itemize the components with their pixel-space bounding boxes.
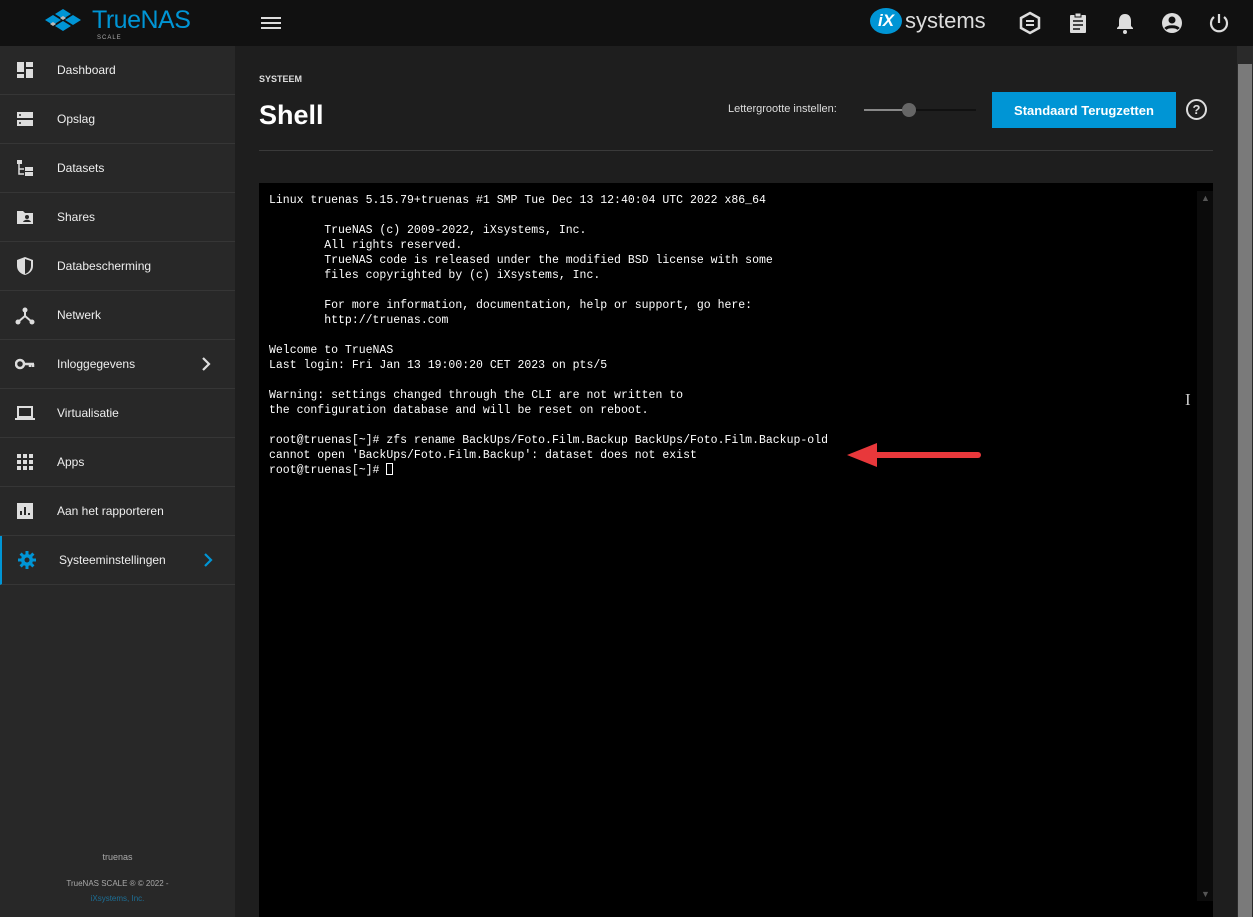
terminal-output: Linux truenas 5.15.79+truenas #1 SMP Tue… [269, 193, 828, 478]
laptop-icon [15, 403, 35, 423]
sidebar-item-label: Netwerk [57, 308, 102, 322]
sidebar-item-aan-het-rapporteren[interactable]: Aan het rapporteren [0, 487, 235, 536]
sidebar-item-label: Virtualisatie [57, 406, 119, 420]
terminal-line: http://truenas.com [269, 314, 449, 327]
sidebar-item-label: Aan het rapporteren [57, 504, 164, 518]
terminal-scrollbar[interactable]: ▲ ▼ [1197, 191, 1213, 901]
apps-icon [15, 452, 35, 472]
sidebar-item-label: Shares [57, 210, 96, 224]
reset-defaults-button[interactable]: Standaard Terugzetten [992, 92, 1176, 128]
sidebar-item-dashboard[interactable]: Dashboard [0, 46, 235, 95]
brand-sub: SCALE [97, 35, 122, 41]
storage-icon [15, 109, 35, 129]
shield-icon [15, 256, 35, 276]
account-icon[interactable] [1160, 11, 1184, 35]
terminal-line: Welcome to TrueNAS [269, 344, 394, 357]
annotation-arrow [847, 443, 981, 467]
terminal-prompt-line: root@truenas[~]# [269, 463, 828, 478]
shares-icon [15, 207, 35, 227]
sidebar-item-label: Inloggegevens [57, 357, 136, 371]
truenas-logo[interactable]: TrueNAS SCALE [42, 6, 191, 41]
font-size-slider[interactable] [864, 103, 976, 117]
chevron-right-icon [200, 355, 212, 373]
datasets-icon [15, 158, 35, 178]
terminal-line: Last login: Fri Jan 13 19:00:20 CET 2023… [269, 359, 608, 372]
sidebar-item-label: Datasets [57, 161, 105, 175]
sidebar-item-databescherming[interactable]: Databescherming [0, 242, 235, 291]
bell-icon[interactable] [1113, 11, 1137, 35]
sidebar-item-netwerk[interactable]: Netwerk [0, 291, 235, 340]
truenas-logo-icon [45, 8, 81, 31]
page-scrollbar[interactable] [1237, 46, 1253, 917]
ixsystems-logo-mark: iX [870, 8, 902, 34]
topbar: TrueNAS SCALE iX systems [0, 0, 1253, 46]
company-link[interactable]: iXsystems, Inc. [0, 894, 235, 903]
copyright: TrueNAS SCALE ® © 2022 - [66, 879, 169, 888]
sidebar-item-virtualisatie[interactable]: Virtualisatie [0, 389, 235, 438]
terminal-line: cannot open 'BackUps/Foto.Film.Backup': … [269, 449, 697, 462]
gear-icon [17, 550, 37, 570]
text-cursor-icon: I [1185, 390, 1191, 409]
sidebar-item-opslag[interactable]: Opslag [0, 95, 235, 144]
sidebar: Dashboard Opslag Datasets Shares Databescher… [0, 46, 235, 917]
sidebar-item-label: Databescherming [57, 259, 152, 273]
sidebar-item-label: Apps [57, 455, 85, 469]
sidebar-item-inloggegevens[interactable]: Inloggegevens [0, 340, 235, 389]
slider-thumb[interactable] [901, 103, 916, 117]
sidebar-item-label: Dashboard [57, 63, 116, 77]
breadcrumb[interactable]: SYSTEEM [259, 74, 302, 84]
divider [259, 150, 1213, 151]
tasks-icon[interactable] [1066, 11, 1090, 35]
terminal-line: TrueNAS (c) 2009-2022, iXsystems, Inc. [269, 224, 587, 237]
sidebar-item-label: Systeeminstellingen [59, 553, 166, 567]
help-icon[interactable]: ? [1186, 99, 1207, 120]
sidebar-item-shares[interactable]: Shares [0, 193, 235, 242]
page-title: Shell [259, 100, 324, 130]
ixsystems-logo[interactable]: iX systems [870, 8, 986, 34]
terminal-line: the configuration database and will be r… [269, 404, 649, 417]
terminal-line: All rights reserved. [269, 239, 463, 252]
sidebar-item-datasets[interactable]: Datasets [0, 144, 235, 193]
sidebar-item-label: Opslag [57, 112, 96, 126]
terminal-cursor [386, 463, 394, 475]
terminal-line: Warning: settings changed through the CL… [269, 389, 684, 402]
sidebar-item-apps[interactable]: Apps [0, 438, 235, 487]
ixsystems-logo-text: systems [905, 8, 986, 33]
hostname: truenas [102, 852, 133, 862]
key-icon [14, 354, 35, 374]
sidebar-item-systeeminstellingen[interactable]: Systeeminstellingen [0, 536, 235, 585]
network-icon [15, 305, 35, 325]
truecommand-icon[interactable] [1018, 11, 1042, 35]
terminal-line: root@truenas[~]# zfs rename BackUps/Foto… [269, 434, 828, 447]
terminal-line: TrueNAS code is released under the modif… [269, 254, 773, 267]
power-icon[interactable] [1207, 11, 1231, 35]
dashboard-icon [15, 60, 35, 80]
reporting-icon [15, 501, 35, 521]
menu-toggle-button[interactable] [261, 15, 281, 31]
terminal-line: Linux truenas 5.15.79+truenas #1 SMP Tue… [269, 194, 766, 207]
brand-name: TrueNAS [92, 6, 191, 34]
terminal[interactable]: Linux truenas 5.15.79+truenas #1 SMP Tue… [259, 183, 1213, 917]
font-size-label: Lettergrootte instellen: [728, 103, 837, 115]
chevron-right-icon [202, 551, 214, 569]
terminal-line: files copyrighted by (c) iXsystems, Inc. [269, 269, 601, 282]
terminal-prompt: root@truenas[~]# [269, 464, 387, 477]
terminal-line: For more information, documentation, hel… [269, 299, 753, 312]
